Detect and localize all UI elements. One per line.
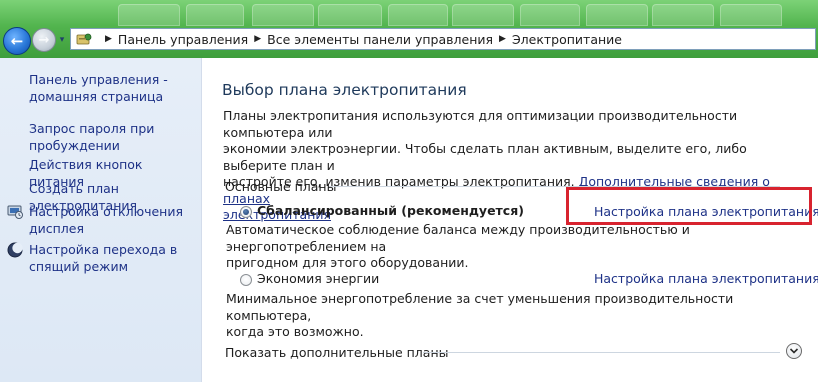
intro-line: экономии электроэнергии. Чтобы сделать п… xyxy=(223,141,747,173)
plan-power-saver-name[interactable]: Экономия энергии xyxy=(257,271,379,286)
page-title: Выбор плана электропитания xyxy=(222,81,467,99)
recent-pages-dropdown[interactable]: ▾ xyxy=(57,35,67,45)
plan-power-saver-settings-link[interactable]: Настройка плана электропитания xyxy=(594,271,818,286)
background-tab xyxy=(318,4,382,26)
plan-desc-line: Автоматическое соблюдение баланса между … xyxy=(226,222,690,254)
intro-line: Планы электропитания используются для оп… xyxy=(223,108,738,140)
arrow-right-icon: → xyxy=(38,32,50,48)
chevron-down-icon xyxy=(789,348,799,354)
sidebar-item-display-off[interactable]: Настройка отключения дисплея xyxy=(29,203,183,237)
background-tab xyxy=(118,4,180,26)
plan-power-saver-description: Минимальное энергопотребление за счет ум… xyxy=(226,291,786,341)
sidebar-item-label: дисплея xyxy=(29,221,85,236)
breadcrumb-separator[interactable]: ▶ xyxy=(254,34,261,44)
plan-balanced-description: Автоматическое соблюдение баланса между … xyxy=(226,222,786,272)
forward-button[interactable]: → xyxy=(32,28,56,52)
plan-desc-line: когда это возможно. xyxy=(226,324,364,339)
address-bar[interactable]: ▶ Панель управления ▶ Все элементы панел… xyxy=(70,28,816,50)
expand-more-plans-button[interactable] xyxy=(786,343,802,359)
background-tab xyxy=(652,4,714,26)
plan-desc-line: Минимальное энергопотребление за счет ум… xyxy=(226,291,734,323)
sidebar-item-control-panel-home[interactable]: Панель управления - домашняя страница xyxy=(29,71,168,105)
sidebar-item-label: пробуждении xyxy=(29,138,120,153)
group-divider xyxy=(423,352,780,353)
back-button[interactable]: ← xyxy=(3,27,31,55)
arrow-left-icon: ← xyxy=(10,31,24,50)
sidebar-item-label: спящий режим xyxy=(29,259,128,274)
highlight-annotation xyxy=(566,187,812,225)
background-tab xyxy=(586,4,648,26)
main-content: Выбор плана электропитания Планы электро… xyxy=(202,58,818,382)
sidebar-item-sleep-settings[interactable]: Настройка перехода в спящий режим xyxy=(29,241,177,275)
breadcrumb-all-items[interactable]: Все элементы панели управления xyxy=(267,32,493,47)
plan-power-saver-radio[interactable] xyxy=(240,274,252,286)
sidebar-item-label: Запрос пароля при xyxy=(29,121,155,136)
moon-icon xyxy=(7,242,23,258)
background-tab xyxy=(452,4,514,26)
background-tab xyxy=(252,4,314,26)
background-tab xyxy=(720,4,782,26)
show-more-plans-label[interactable]: Показать дополнительные планы xyxy=(225,345,448,360)
sidebar-item-label: Панель управления - xyxy=(29,72,168,87)
sidebar-item-require-password[interactable]: Запрос пароля при пробуждении xyxy=(29,120,154,154)
breadcrumb-separator[interactable]: ▶ xyxy=(105,34,112,44)
chevron-down-icon: ▾ xyxy=(59,35,65,45)
control-panel-icon xyxy=(75,31,95,47)
breadcrumb-power-options[interactable]: Электропитание xyxy=(512,32,622,47)
background-tab xyxy=(388,4,448,26)
monitor-icon xyxy=(7,204,23,220)
sidebar-item-label: Настройка отключения xyxy=(29,204,183,219)
sidebar-item-label: Настройка перехода в xyxy=(29,242,178,257)
plan-desc-line: пригодном для этого оборудовании. xyxy=(226,255,469,270)
breadcrumb-separator[interactable]: ▶ xyxy=(499,34,506,44)
breadcrumb-control-panel[interactable]: Панель управления xyxy=(118,32,248,47)
sidebar-item-label: домашняя страница xyxy=(29,89,164,104)
plan-balanced-radio[interactable] xyxy=(240,206,252,218)
plan-balanced-name[interactable]: Сбалансированный (рекомендуется) xyxy=(257,203,524,218)
background-tab xyxy=(520,4,580,26)
sidebar: Панель управления - домашняя страница За… xyxy=(0,58,202,382)
group-label-main-plans: Основные планы xyxy=(225,179,337,194)
background-tab xyxy=(186,4,244,26)
window-titlebar: ← → ▾ ▶ Панель управления ▶ Все элементы… xyxy=(0,0,818,58)
radio-selected-dot xyxy=(243,209,249,215)
